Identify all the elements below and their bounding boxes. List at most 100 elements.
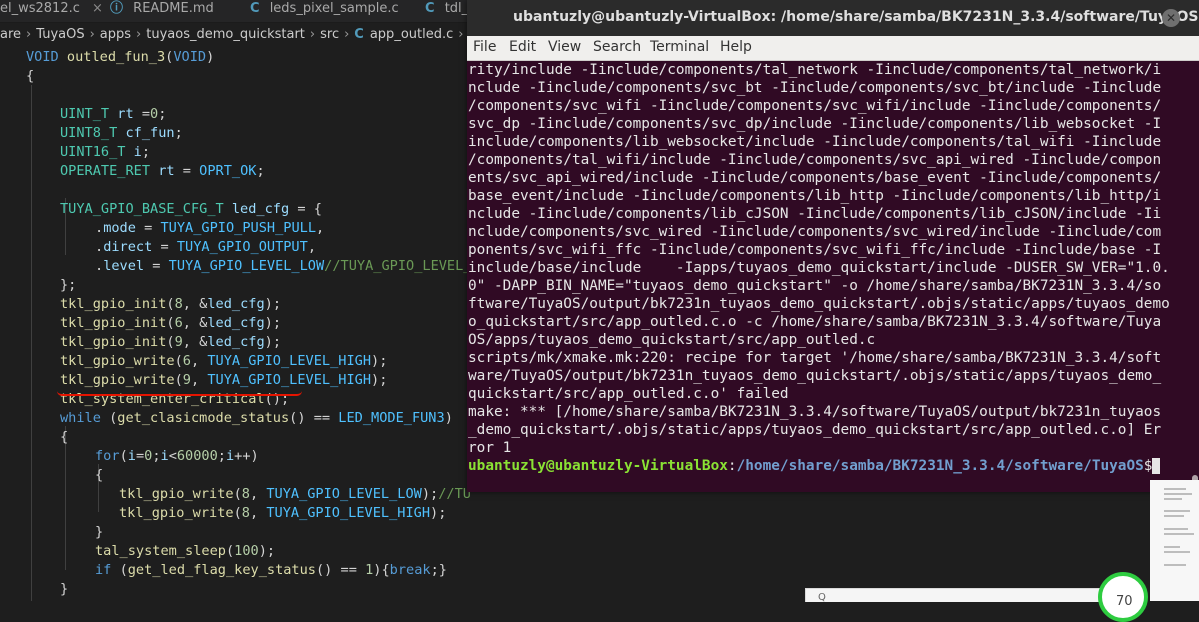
code-token: TUYA_GPIO_LEVEL_LOW (266, 486, 422, 502)
breadcrumb: are › TuyaOS › apps › tuyaos_demo_quickstart › s… (0, 25, 486, 45)
code-token: tkl_gpio_init (60, 334, 167, 350)
code-line: .level = TUYA_GPIO_LEVEL_LOW//TUYA_GPIO_… (95, 257, 470, 276)
terminal-output[interactable]: rity/include -Iinclude/components/tal_ne… (468, 61, 1188, 492)
prompt-path: /home/share/samba/BK7231N_3.3.4/software… (736, 458, 1144, 474)
code-token: ){ (373, 562, 390, 578)
code-token: tkl_gpio_write (119, 486, 234, 502)
code-token: . (95, 220, 104, 236)
code-line: .mode = TUYA_GPIO_PUSH_PULL, (95, 219, 324, 238)
terminal-line: nclude/components/svc_wired -Iinclude/co… (468, 224, 1162, 240)
terminal-window[interactable]: ubantuzly@ubantuzly-VirtualBox: /home/sh… (467, 0, 1199, 492)
code-token: TUYA_GPIO_LEVEL_HIGH (207, 353, 372, 369)
breadcrumb-item[interactable]: TuyaOS (36, 27, 84, 42)
menu-view[interactable]: View (548, 39, 581, 55)
menu-help[interactable]: Help (720, 39, 752, 55)
terminal-line: quickstart/src/app_outled.c.o' failed (468, 386, 789, 402)
circle-value: 70 (1116, 594, 1133, 609)
code-token: break (389, 562, 431, 578)
code-token: 100 (234, 543, 259, 559)
code-token: , & (182, 334, 208, 350)
code-token: TUYA_GPIO_LEVEL_HIGH (207, 372, 372, 388)
error-squiggle (57, 391, 302, 396)
code-token: ( (233, 505, 242, 521)
code-token: }; (60, 277, 77, 293)
terminal-line: base_event/include -Iinclude/components/… (468, 188, 1162, 204)
window-title: ubantuzly@ubantuzly-VirtualBox: /home/sh… (513, 9, 1199, 25)
tab-tdl[interactable]: C tdl_ (425, 0, 468, 22)
code-token: 8 (174, 296, 183, 312)
minimap-line (1164, 515, 1184, 517)
minimap-line (1164, 564, 1186, 566)
code-token: < (168, 448, 177, 464)
code-token: () == (316, 562, 366, 578)
terminal-line: OS/apps/tuyaos_demo_quickstart/src/app_o… (468, 332, 876, 348)
code-token: 60000 (176, 448, 218, 464)
code-token: 9 (182, 372, 191, 388)
code-token: i (225, 448, 235, 464)
terminal-line: /components/tal_wifi/include -Iinclude/c… (468, 152, 1162, 168)
code-line: for(i=0;i<60000;i++) (95, 447, 259, 466)
tab-leds-pixel-sample[interactable]: C leds_pixel_sample.c (250, 0, 399, 22)
breadcrumb-item[interactable]: tuyaos_demo_quickstart (146, 27, 305, 42)
minimap-line (1164, 533, 1194, 535)
indent-guide (65, 426, 66, 570)
text-cursor (1152, 458, 1161, 474)
minimap[interactable] (1150, 480, 1199, 601)
terminal-line: ror 1 (468, 440, 512, 456)
terminal-line: nclude -Iinclude/components/svc_bt -Iinc… (468, 80, 1162, 96)
c-file-icon: C (425, 1, 435, 16)
breadcrumb-item[interactable]: apps (100, 27, 131, 42)
code-token: { (60, 429, 69, 445)
terminal-titlebar[interactable]: ubantuzly@ubantuzly-VirtualBox: /home/sh… (467, 0, 1199, 36)
code-token: ( (119, 562, 128, 578)
breadcrumb-item[interactable]: are (0, 27, 21, 42)
menu-terminal[interactable]: Terminal (650, 39, 709, 55)
code-line: tkl_gpio_write(8, TUYA_GPIO_LEVEL_LOW);/… (119, 485, 470, 504)
code-token: ); (264, 315, 282, 331)
close-icon[interactable]: × (92, 1, 103, 16)
minimap-line (1164, 498, 1182, 500)
code-token: ); (371, 353, 388, 369)
terminal-line: ftware/TuyaOS/output/bk7231n_tuyaos_demo… (468, 296, 1170, 312)
code-line: { (95, 466, 103, 485)
breadcrumb-item[interactable]: src (320, 27, 339, 42)
code-token: LED_MODE_FUN3 (338, 410, 445, 426)
code-area[interactable]: VOID outled_fun_3(VOID){UINT_T rt =0; UIN… (0, 48, 470, 601)
code-token: TUYA_GPIO_PUSH_PULL (160, 220, 317, 236)
code-token: = (144, 258, 169, 274)
menu-search[interactable]: Search (593, 39, 641, 55)
prompt-separator: : (727, 458, 737, 474)
breadcrumb-item[interactable]: app_outled.c (370, 27, 453, 42)
code-token: ; (141, 144, 151, 160)
code-token: } (95, 524, 104, 540)
terminal-prompt[interactable]: ubantuzly@ubantuzly-VirtualBox:/home/sha… (468, 457, 1161, 475)
code-token: i (133, 144, 142, 160)
code-token: led_cfg (207, 315, 265, 331)
code-line: if (get_led_flag_key_status() == 1){brea… (95, 561, 447, 580)
terminal-line: include/base/include -Iapps/tuyaos_demo_… (468, 260, 1170, 276)
code-token: ( (174, 353, 183, 369)
code-token: rt (117, 106, 134, 122)
code-token: led_cfg (207, 334, 265, 350)
code-token: ; (256, 163, 265, 179)
code-token: 9 (174, 334, 183, 350)
tab-readme[interactable]: ⓘ README.md (110, 0, 214, 22)
code-token: while (60, 410, 110, 426)
code-token: //TUYA_GPIO_LEVEL_HIGH (324, 258, 470, 274)
floating-circle-widget[interactable]: 70 (1098, 572, 1148, 622)
code-token: ( (233, 486, 242, 502)
code-token: TUYA_GPIO_BASE_CFG_T (60, 201, 232, 217)
menu-bar: File Edit View Search Terminal Help (467, 36, 1199, 61)
code-token: tkl_gpio_init (60, 315, 167, 331)
code-token: ; (152, 448, 161, 464)
code-line: tkl_gpio_init(6, &led_cfg); (60, 314, 281, 333)
code-line: TUYA_GPIO_BASE_CFG_T led_cfg = { (60, 200, 322, 219)
close-icon[interactable]: ✕ (1162, 9, 1180, 27)
code-line: tkl_gpio_init(9, &led_cfg); (60, 333, 281, 352)
menu-file[interactable]: File (473, 39, 496, 55)
menu-edit[interactable]: Edit (509, 39, 536, 55)
c-file-icon: C (250, 1, 260, 16)
code-token: ; (174, 125, 183, 141)
code-token: . (95, 258, 104, 274)
tab-el-ws2812[interactable]: el_ws2812.c × (0, 0, 103, 22)
